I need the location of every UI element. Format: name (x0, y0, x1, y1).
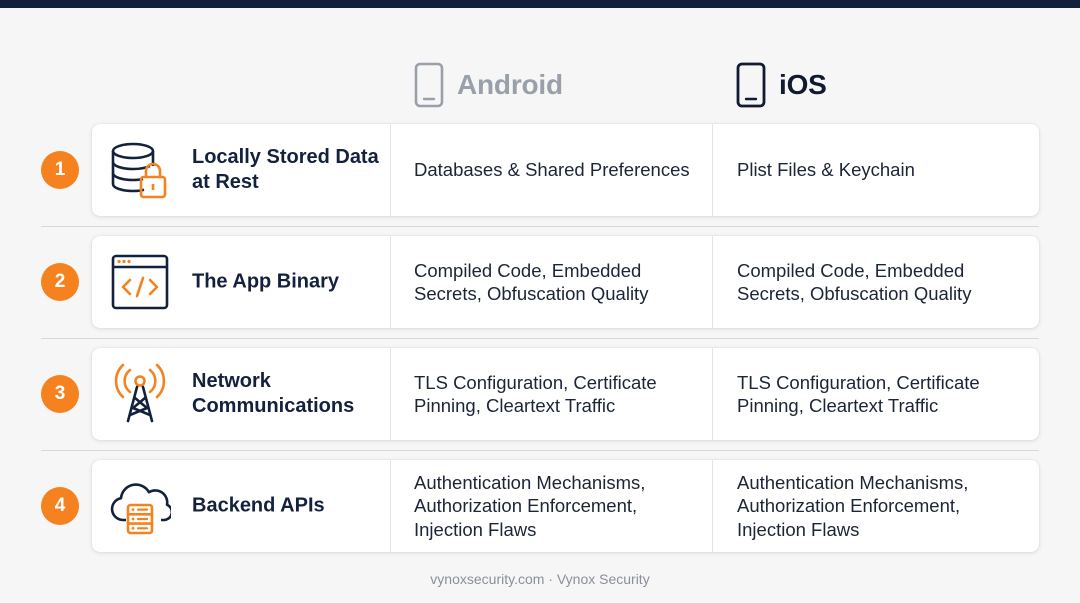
android-label: Android (457, 69, 563, 100)
ios-cell: Plist Files & Keychain (712, 124, 1039, 216)
row-divider (41, 226, 1039, 227)
ios-description: Plist Files & Keychain (737, 159, 915, 181)
footer-credit: vynoxsecurity.com · Vynox Security (430, 571, 650, 587)
top-bar (0, 0, 1080, 8)
android-cell: TLS Configuration, Certificate Pinning, … (390, 348, 712, 440)
smartphone-icon (736, 62, 766, 108)
ios-description: TLS Configuration, Certificate Pinning, … (737, 371, 980, 417)
row-title: The App Binary (192, 270, 340, 293)
ios-description: Authentication Mechanisms, Authorization… (737, 471, 969, 540)
broadcast-tower-icon (114, 363, 166, 423)
android-column-header: Android (414, 60, 563, 110)
row-card: The App Binary Compiled Code, Embedded S… (92, 236, 1039, 328)
row-title: Locally Stored Data at Rest (192, 146, 379, 193)
android-description: Authentication Mechanisms, Authorization… (414, 471, 646, 540)
ios-cell: Authentication Mechanisms, Authorization… (712, 460, 1039, 552)
ios-label: iOS (779, 69, 827, 100)
row-divider (41, 450, 1039, 451)
row-divider (41, 338, 1039, 339)
code-window-icon (111, 254, 169, 310)
android-cell: Databases & Shared Preferences (390, 124, 712, 216)
cloud-server-icon (110, 483, 171, 535)
ios-description: Compiled Code, Embedded Secrets, Obfusca… (737, 259, 972, 305)
row-number-badge: 2 (41, 263, 79, 301)
row-label-cell: Locally Stored Data at Rest (92, 124, 390, 216)
row-card: Backend APIs Authentication Mechanisms, … (92, 460, 1039, 552)
row-locally-stored-data: 1 Locally Stored Data at Rest Databases … (0, 124, 1080, 218)
database-lock-icon (111, 142, 167, 199)
row-card: Network Communications TLS Configuration… (92, 348, 1039, 440)
android-description: Databases & Shared Preferences (414, 159, 690, 181)
row-number-badge: 1 (41, 151, 79, 189)
ios-cell: TLS Configuration, Certificate Pinning, … (712, 348, 1039, 440)
android-description: Compiled Code, Embedded Secrets, Obfusca… (414, 259, 649, 305)
row-backend-apis: 4 Backend APIs Authentication Mechanisms… (0, 460, 1080, 554)
smartphone-icon (414, 62, 444, 108)
row-title: Backend APIs (192, 494, 325, 517)
ios-cell: Compiled Code, Embedded Secrets, Obfusca… (712, 236, 1039, 328)
android-cell: Compiled Code, Embedded Secrets, Obfusca… (390, 236, 712, 328)
row-network-communications: 3 Network Communications TLS Configurati… (0, 348, 1080, 442)
android-cell: Authentication Mechanisms, Authorization… (390, 460, 712, 552)
row-number-badge: 4 (41, 487, 79, 525)
row-label-cell: Network Communications (92, 348, 390, 440)
row-card: Locally Stored Data at Rest Databases & … (92, 124, 1039, 216)
row-title: Network Communications (192, 370, 355, 417)
ios-column-header: iOS (736, 60, 827, 110)
row-app-binary: 2 The App Binary Compiled Code, Embedded… (0, 236, 1080, 330)
row-label-cell: Backend APIs (92, 460, 390, 552)
row-label-cell: The App Binary (92, 236, 390, 328)
android-description: TLS Configuration, Certificate Pinning, … (414, 371, 657, 417)
row-number-badge: 3 (41, 375, 79, 413)
